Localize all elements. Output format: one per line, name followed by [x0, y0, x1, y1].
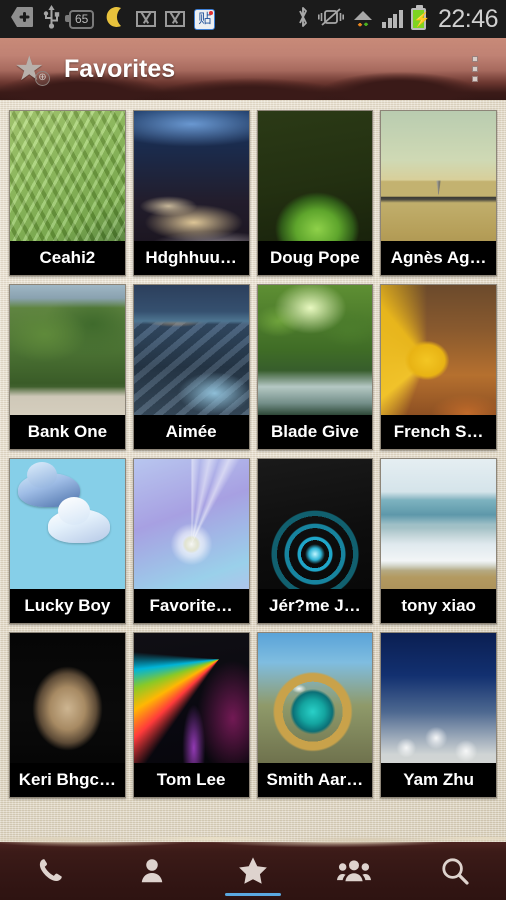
- nav-selected-indicator: [224, 893, 282, 896]
- favorite-name-label: Bank One: [10, 415, 125, 449]
- favorites-star-icon[interactable]: ★ ⊕: [14, 52, 50, 86]
- favorite-cell[interactable]: Bank One: [9, 284, 126, 450]
- battery-charging-icon: ⚡: [410, 5, 430, 30]
- overflow-dot-3: [472, 76, 478, 82]
- favorite-cell[interactable]: Aimée: [132, 284, 250, 450]
- star-add-badge-icon: ⊕: [35, 71, 50, 86]
- status-bar-left-icons: 65 贴: [10, 4, 216, 34]
- nav-item-search[interactable]: [405, 842, 506, 900]
- search-icon: [439, 855, 471, 887]
- nav-item-contacts[interactable]: [101, 842, 202, 900]
- status-bar-clock: 22:46: [437, 4, 499, 33]
- favorite-cell[interactable]: Smith Aar…: [256, 632, 374, 798]
- battery-percent-icon: 65: [64, 9, 95, 29]
- favorite-name-label: Keri Bhgc…: [10, 763, 125, 797]
- vibrate-off-icon: [318, 6, 345, 33]
- favorite-name-label: Lucky Boy: [10, 589, 125, 623]
- favorite-name-label: Tom Lee: [133, 763, 249, 797]
- favorite-name-label: Ceahi2: [10, 241, 125, 275]
- favorite-name-label: Jér?me J…: [257, 589, 373, 623]
- overflow-dot-1: [472, 56, 478, 62]
- status-bar[interactable]: 65 贴 ⚡ 22:46: [0, 0, 506, 38]
- favorite-name-label: tony xiao: [381, 589, 496, 623]
- favorite-cell[interactable]: Doug Pope: [256, 110, 374, 276]
- bottom-navigation-bar: [0, 837, 506, 900]
- favorite-name-label: Aimée: [133, 415, 249, 449]
- favorites-content[interactable]: Ceahi2 Hdghhuu… Doug Pope Agnès Ag… Bank One…: [0, 100, 506, 842]
- action-bar: ★ ⊕ Favorites: [0, 38, 506, 100]
- moon-icon: [103, 5, 127, 34]
- favorite-cell[interactable]: Lucky Boy: [9, 458, 126, 624]
- star-icon: [237, 855, 269, 887]
- wifi-data-icon: [352, 6, 374, 33]
- favorite-cell[interactable]: Tom Lee: [132, 632, 250, 798]
- group-icon: [337, 856, 372, 886]
- favorite-name-label: Agnès Ag…: [381, 241, 496, 275]
- favorite-name-label: Favorite…: [133, 589, 249, 623]
- page-title: Favorites: [64, 54, 176, 83]
- nav-item-favorites[interactable]: [202, 842, 303, 900]
- favorite-name-label: Yam Zhu: [381, 763, 496, 797]
- bluetooth-icon: [296, 5, 310, 34]
- favorite-name-label: Hdghhuu…: [133, 241, 249, 275]
- favorite-cell[interactable]: Yam Zhu: [380, 632, 497, 798]
- favorite-cell[interactable]: Jér?me J…: [256, 458, 374, 624]
- app-root: 65 贴 ⚡ 22:46 ★ ⊕ Favorites Ceahi2 Hdghhu…: [0, 0, 506, 900]
- favorite-cell[interactable]: Blade Give: [256, 284, 374, 450]
- overflow-menu-button[interactable]: [462, 48, 488, 90]
- favorite-cell[interactable]: Ceahi2: [9, 110, 126, 276]
- favorite-name-label: Blade Give: [257, 415, 373, 449]
- phone-icon: [36, 856, 66, 886]
- favorite-cell[interactable]: Favorite…: [132, 458, 250, 624]
- favorite-cell[interactable]: Hdghhuu…: [132, 110, 250, 276]
- favorites-grid: Ceahi2 Hdghhuu… Doug Pope Agnès Ag… Bank One…: [0, 100, 506, 808]
- favorite-name-label: Doug Pope: [257, 241, 373, 275]
- signal-icon: [382, 10, 403, 28]
- nav-item-groups[interactable]: [304, 842, 405, 900]
- usb-icon: [43, 4, 60, 34]
- person-icon: [137, 856, 167, 886]
- gmail-icon-2: [165, 11, 186, 27]
- favorite-cell[interactable]: French S…: [380, 284, 497, 450]
- overflow-dot-2: [472, 66, 478, 72]
- gmail-icon-1: [136, 11, 157, 27]
- favorite-cell[interactable]: Agnès Ag…: [380, 110, 497, 276]
- nav-item-phone[interactable]: [0, 842, 101, 900]
- favorite-cell[interactable]: tony xiao: [380, 458, 497, 624]
- cloud-icon: [48, 497, 110, 543]
- favorite-name-label: Smith Aar…: [257, 763, 373, 797]
- status-bar-right-icons: ⚡ 22:46: [296, 4, 499, 34]
- favorite-name-label: French S…: [381, 415, 496, 449]
- tieba-icon: 贴: [194, 8, 216, 30]
- favorite-cell[interactable]: Keri Bhgc…: [9, 632, 126, 798]
- add-icon: [10, 6, 34, 33]
